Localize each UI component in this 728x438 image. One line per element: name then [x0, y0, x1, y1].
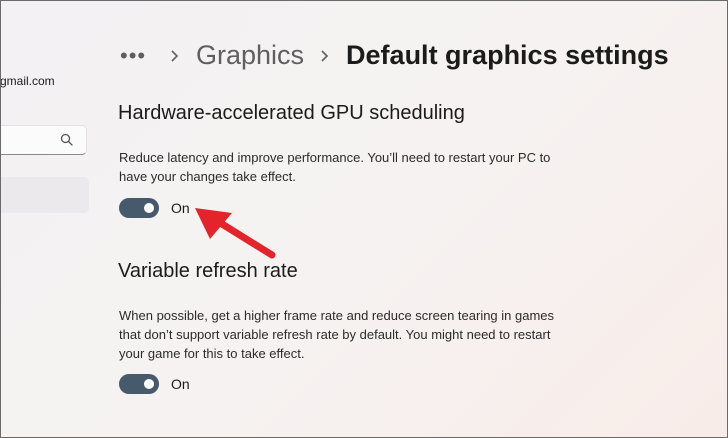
gpu-scheduling-toggle[interactable]	[119, 198, 159, 218]
page-title: Default graphics settings	[346, 40, 669, 70]
annotation-arrow-icon	[195, 208, 276, 259]
sidebar-item-selected[interactable]	[0, 177, 89, 213]
variable-refresh-state-label: On	[171, 376, 190, 392]
gpu-scheduling-title: Hardware-accelerated GPU scheduling	[118, 102, 465, 124]
breadcrumb-graphics-link[interactable]: Graphics	[196, 40, 304, 71]
chevron-right-icon	[171, 49, 179, 62]
account-email: gmail.com	[0, 74, 55, 88]
gpu-scheduling-state-label: On	[171, 200, 190, 216]
variable-refresh-description: When possible, get a higher frame rate a…	[119, 308, 555, 361]
settings-search-input[interactable]	[0, 125, 87, 155]
variable-refresh-title: Variable refresh rate	[118, 260, 298, 282]
chevron-right-icon	[321, 49, 329, 62]
search-icon	[60, 133, 73, 146]
gpu-scheduling-toggle-row: On	[119, 198, 190, 218]
variable-refresh-toggle-row: On	[119, 374, 190, 394]
gpu-scheduling-description: Reduce latency and improve performance. …	[119, 150, 551, 184]
toggle-knob	[144, 203, 154, 213]
breadcrumb-more-button[interactable]: •••	[120, 43, 154, 69]
variable-refresh-toggle[interactable]	[119, 374, 159, 394]
breadcrumb: ••• Graphics Default graphics settings	[120, 40, 669, 71]
toggle-knob	[144, 379, 154, 389]
